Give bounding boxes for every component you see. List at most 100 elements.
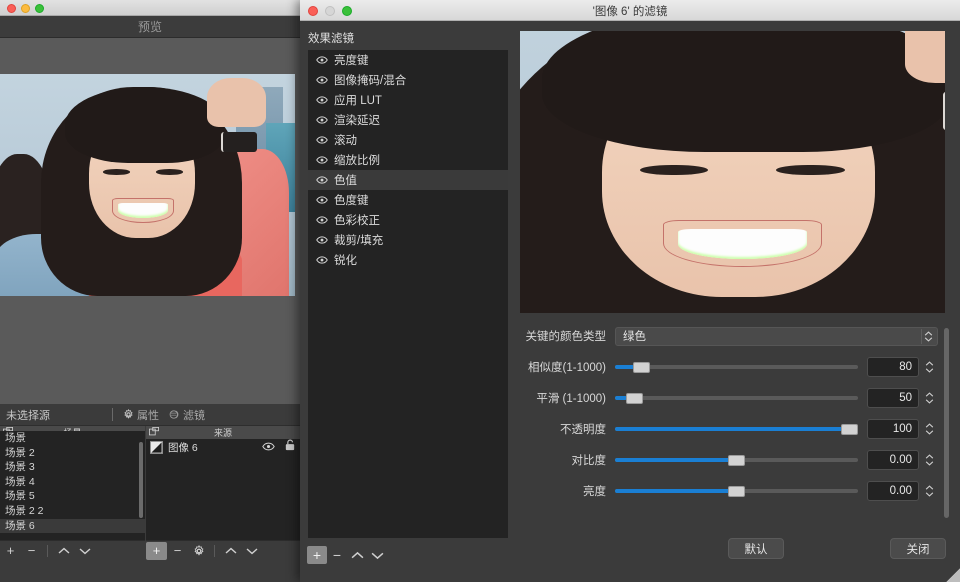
value-field[interactable]: 0.00: [867, 481, 919, 501]
slider-handle[interactable]: [728, 455, 745, 466]
filter-list-item[interactable]: 缩放比例: [308, 150, 508, 170]
move-scene-up-button[interactable]: [53, 542, 74, 560]
stepper-buttons[interactable]: [921, 388, 938, 408]
slider-handle[interactable]: [626, 393, 643, 404]
list-item[interactable]: 场景 2: [0, 446, 145, 461]
slider[interactable]: [615, 483, 858, 499]
close-button-back[interactable]: [7, 4, 16, 13]
eye-icon[interactable]: [316, 51, 328, 69]
stepper-buttons[interactable]: [921, 419, 938, 439]
filters-dialog-titlebar[interactable]: '图像 6' 的滤镜: [300, 0, 960, 21]
filter-list-item[interactable]: 渲染延迟: [308, 110, 508, 130]
remove-scene-button[interactable]: −: [21, 542, 42, 560]
value-field[interactable]: 0.00: [867, 450, 919, 470]
scenes-list[interactable]: 场景场景 2场景 3场景 4场景 5场景 2 2场景 6: [0, 431, 145, 540]
list-item[interactable]: 场景: [0, 431, 145, 446]
value-field[interactable]: 100: [867, 419, 919, 439]
move-scene-down-button[interactable]: [74, 542, 95, 560]
tab-properties-label: 属性: [137, 407, 159, 423]
remove-filter-button[interactable]: −: [327, 546, 347, 564]
filter-list-item[interactable]: 裁剪/填充: [308, 230, 508, 250]
dropdown-value: 绿色: [616, 328, 646, 344]
eye-icon[interactable]: [316, 131, 328, 149]
filter-list-item[interactable]: 色彩校正: [308, 210, 508, 230]
eye-icon[interactable]: [262, 439, 275, 456]
list-item[interactable]: 场景 6: [0, 519, 145, 534]
control-row-combo: 关键的颜色类型绿色: [520, 326, 938, 346]
filter-name: 应用 LUT: [334, 92, 382, 108]
value-text: 0.00: [890, 485, 918, 497]
value-field[interactable]: 80: [867, 357, 919, 377]
add-source-button[interactable]: +: [146, 542, 167, 560]
scenes-scrollbar[interactable]: [139, 442, 143, 518]
slider-handle[interactable]: [728, 486, 745, 497]
dialog-title: '图像 6' 的滤镜: [300, 0, 960, 21]
default-button[interactable]: 默认: [728, 538, 784, 559]
maximize-button-back[interactable]: [35, 4, 44, 13]
slider[interactable]: [615, 421, 858, 437]
dock-icon[interactable]: [149, 427, 159, 439]
slider-fill: [615, 458, 737, 462]
unlock-icon[interactable]: [285, 439, 295, 456]
tab-filters[interactable]: 滤镜: [169, 407, 205, 423]
list-item[interactable]: 场景 4: [0, 475, 145, 490]
stepper-buttons[interactable]: [921, 481, 938, 501]
filter-list-item[interactable]: 滚动: [308, 130, 508, 150]
list-item[interactable]: 场景 5: [0, 489, 145, 504]
eye-icon[interactable]: [316, 111, 328, 129]
move-filter-down-button[interactable]: [367, 546, 387, 564]
filter-list-item[interactable]: 色度键: [308, 190, 508, 210]
slider[interactable]: [615, 390, 858, 406]
color-type-dropdown[interactable]: 绿色: [615, 327, 938, 346]
filter-name: 色度键: [334, 192, 369, 208]
eye-icon[interactable]: [316, 231, 328, 249]
filter-list-item[interactable]: 色值: [308, 170, 508, 190]
control-row-slider: 对比度0.00: [520, 450, 938, 470]
eye-icon[interactable]: [316, 91, 328, 109]
eye-icon[interactable]: [316, 251, 328, 269]
move-source-down-button[interactable]: [241, 542, 262, 560]
remove-source-button[interactable]: −: [167, 542, 188, 560]
filter-list-item[interactable]: 锐化: [308, 250, 508, 270]
list-item[interactable]: 场景 2 2: [0, 504, 145, 519]
eye-icon[interactable]: [316, 211, 328, 229]
tab-properties[interactable]: 属性: [123, 407, 159, 423]
sources-list[interactable]: 图像 6: [146, 439, 300, 540]
slider-handle[interactable]: [841, 424, 858, 435]
eye-icon[interactable]: [316, 71, 328, 89]
filter-name: 滚动: [334, 132, 357, 148]
add-scene-button[interactable]: +: [0, 542, 21, 560]
effect-filters-list[interactable]: 亮度键图像掩码/混合应用 LUT 渲染延迟滚动缩放比例色值色度键色彩校正裁剪/填充…: [308, 50, 508, 538]
add-filter-button[interactable]: +: [307, 546, 327, 564]
value-field[interactable]: 50: [867, 388, 919, 408]
resize-grip[interactable]: [946, 568, 960, 582]
scenes-pane: 场景 场景场景 2场景 3场景 4场景 5场景 2 2场景 6 + −: [0, 426, 146, 560]
eye-icon[interactable]: [316, 191, 328, 209]
controls-scrollbar[interactable]: [944, 328, 949, 518]
list-item[interactable]: 图像 6: [146, 439, 300, 455]
list-item[interactable]: 场景 3: [0, 460, 145, 475]
move-source-up-button[interactable]: [220, 542, 241, 560]
gear-icon: [123, 409, 134, 420]
filter-list-item[interactable]: 亮度键: [308, 50, 508, 70]
bottom-panes: 场景 场景场景 2场景 3场景 4场景 5场景 2 2场景 6 + −: [0, 426, 300, 560]
eye-icon[interactable]: [316, 151, 328, 169]
no-source-label: 未选择源: [6, 407, 50, 423]
minimize-button-back[interactable]: [21, 4, 30, 13]
close-dialog-button[interactable]: 关闭: [890, 538, 946, 559]
slider-fill: [615, 365, 634, 369]
filter-list-item[interactable]: 应用 LUT: [308, 90, 508, 110]
stepper-buttons[interactable]: [921, 357, 938, 377]
slider-track: [615, 365, 858, 369]
eye-icon[interactable]: [316, 171, 328, 189]
slider[interactable]: [615, 452, 858, 468]
move-filter-up-button[interactable]: [347, 546, 367, 564]
filter-list-item[interactable]: 图像掩码/混合: [308, 70, 508, 90]
slider[interactable]: [615, 359, 858, 375]
stepper-buttons[interactable]: [921, 450, 938, 470]
filter-name: 缩放比例: [334, 152, 380, 168]
control-label: 相似度(1-1000): [520, 359, 615, 375]
source-properties-button[interactable]: [188, 542, 209, 560]
slider-handle[interactable]: [633, 362, 650, 373]
chevron-updown-icon[interactable]: [921, 329, 935, 344]
